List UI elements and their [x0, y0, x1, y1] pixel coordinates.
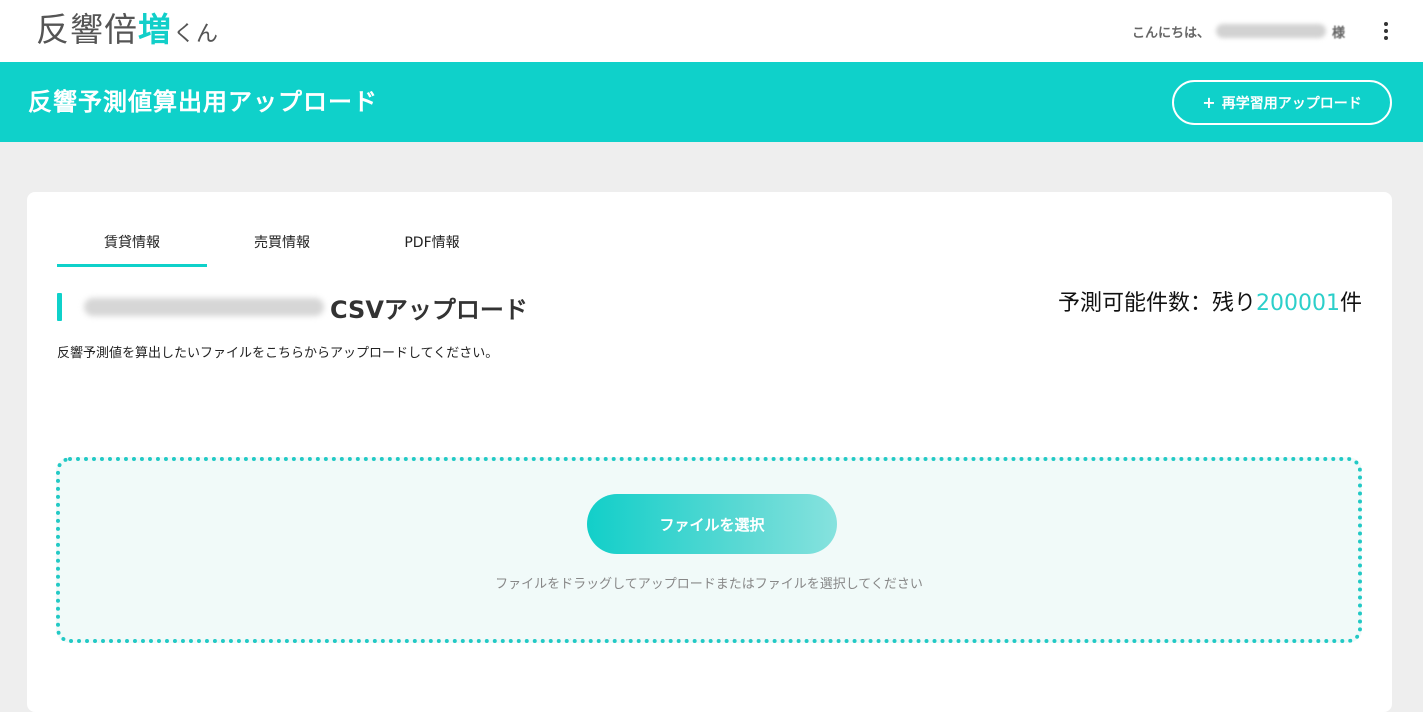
kebab-menu-icon[interactable]	[1376, 20, 1396, 42]
plus-icon: +	[1202, 93, 1216, 112]
section-title-redacted	[84, 298, 324, 316]
remaining-count: 200001	[1256, 291, 1340, 316]
user-name-redacted	[1215, 24, 1326, 38]
file-drop-zone[interactable]: ファイルを選択 ファイルをドラッグしてアップロードまたはファイルを選択してくださ…	[56, 457, 1362, 643]
page-banner: 反響予測値算出用アップロード + 再学習用アップロード	[0, 62, 1423, 142]
relearn-upload-label: 再学習用アップロード	[1221, 95, 1362, 112]
remaining-predictions: 予測可能件数：残り200001件	[1058, 287, 1362, 321]
remaining-label: 予測可能件数：残り	[1057, 291, 1256, 316]
app-logo[interactable]: 反響倍増くん	[36, 10, 219, 50]
section-title: CSVアップロード	[330, 295, 528, 324]
user-greeting: こんにちは、 様	[1132, 20, 1345, 42]
tab-sale[interactable]: 売買情報	[207, 232, 357, 267]
logo-text-accent: 増	[138, 10, 172, 49]
remaining-unit: 件	[1339, 291, 1362, 316]
property-tabs: 賃貸情報 売買情報 PDF情報	[57, 232, 507, 267]
select-file-button[interactable]: ファイルを選択	[587, 494, 837, 554]
greeting-text: こんにちは、	[1131, 25, 1210, 41]
logo-text-main: 反響倍	[36, 10, 138, 49]
greeting-honorific: 様	[1331, 25, 1345, 41]
section-accent-bar	[57, 293, 62, 321]
upload-card: 賃貸情報 売買情報 PDF情報 CSVアップロード 予測可能件数：残り20000…	[27, 192, 1392, 712]
tab-pdf[interactable]: PDF情報	[357, 232, 507, 267]
section-description: 反響予測値を算出したいファイルをこちらからアップロードしてください。	[57, 346, 499, 361]
page-title: 反響予測値算出用アップロード	[28, 88, 378, 116]
relearn-upload-button[interactable]: + 再学習用アップロード	[1172, 80, 1392, 125]
top-header: 反響倍増くん こんにちは、 様	[0, 0, 1423, 62]
drop-zone-hint: ファイルをドラッグしてアップロードまたはファイルを選択してください	[495, 577, 923, 592]
section-heading: CSVアップロード	[57, 292, 528, 324]
tab-rental[interactable]: 賃貸情報	[57, 232, 207, 267]
logo-text-suffix: くん	[173, 22, 220, 47]
